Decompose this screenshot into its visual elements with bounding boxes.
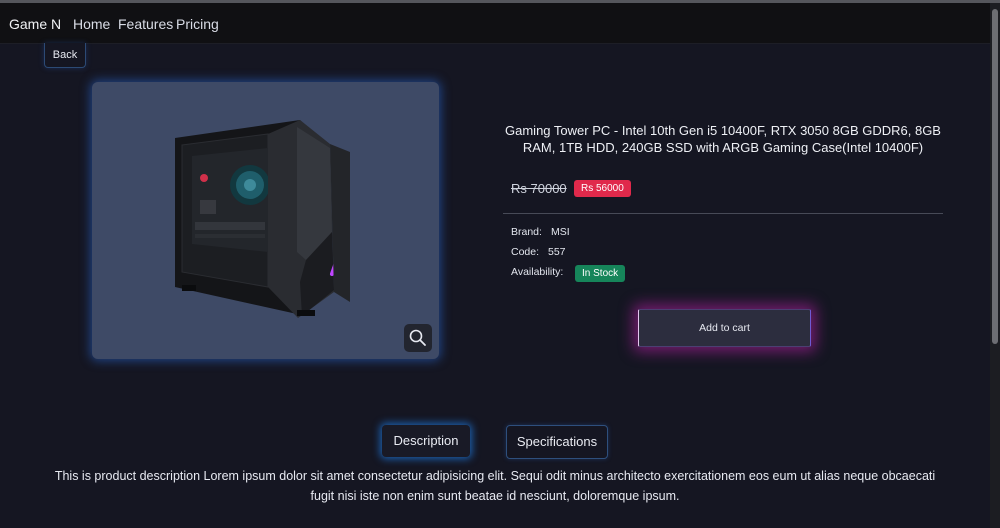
magnifier-icon	[409, 329, 426, 346]
tab-specifications[interactable]: Specifications	[506, 425, 608, 459]
gaming-pc-case-image	[175, 120, 350, 318]
zoom-button[interactable]	[404, 324, 432, 352]
product-image[interactable]	[92, 82, 439, 359]
brand-label: Brand:	[511, 226, 542, 238]
sale-price-badge: Rs 56000	[574, 180, 631, 197]
scrollbar[interactable]	[990, 3, 1000, 528]
original-price: Rs 70000	[511, 181, 567, 196]
divider	[503, 213, 943, 214]
back-button[interactable]: Back	[44, 43, 86, 68]
product-description: This is product description Lorem ipsum …	[54, 469, 936, 503]
nav-link-features[interactable]: Features	[118, 16, 173, 32]
availability-label: Availability:	[511, 266, 564, 278]
navbar: Game N Home Features Pricing	[0, 3, 990, 44]
product-title: Gaming Tower PC - Intel 10th Gen i5 1040…	[505, 123, 941, 155]
stock-status-badge: In Stock	[575, 265, 626, 282]
nav-link-home[interactable]: Home	[73, 16, 110, 32]
brand-value: MSI	[551, 226, 570, 238]
scrollbar-thumb[interactable]	[992, 9, 998, 344]
code-value: 557	[548, 246, 566, 258]
add-to-cart-button[interactable]: Add to cart	[638, 309, 811, 347]
tab-description[interactable]: Description	[382, 425, 470, 457]
code-label: Code:	[511, 246, 540, 258]
brand-logo-text[interactable]: Game N	[9, 16, 61, 32]
nav-link-pricing[interactable]: Pricing	[176, 16, 219, 32]
